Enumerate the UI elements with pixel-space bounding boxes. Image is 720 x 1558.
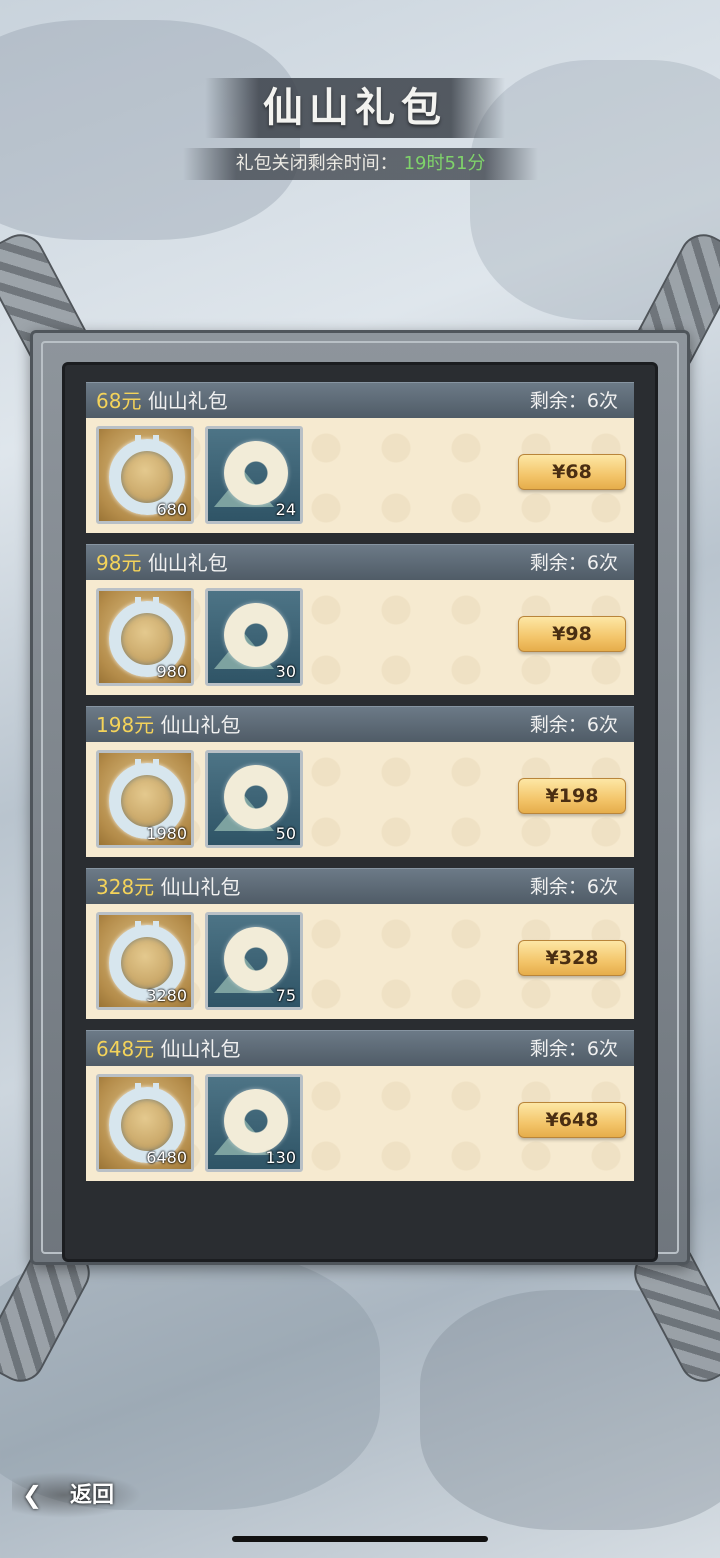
item-count: 130 xyxy=(265,1148,296,1167)
remaining-count: 剩余：6次 xyxy=(529,552,618,574)
jade-disc-icon xyxy=(224,927,288,991)
item-count: 680 xyxy=(156,500,187,519)
package-title: 648元 仙山礼包 xyxy=(96,1031,241,1067)
jade-disc-icon xyxy=(224,1089,288,1153)
item-count: 980 xyxy=(156,662,187,681)
package-body: 980 30 ¥98 xyxy=(86,580,634,695)
reward-item-disc[interactable]: 50 xyxy=(205,750,303,848)
package-price-label: 648元 xyxy=(96,1037,155,1061)
remaining-count: 剩余：6次 xyxy=(529,876,618,898)
jade-disc-icon xyxy=(224,441,288,505)
package-price-label: 98元 xyxy=(96,551,142,575)
package-body: 1980 50 ¥198 xyxy=(86,742,634,857)
buy-button[interactable]: ¥98 xyxy=(518,616,626,652)
item-count: 6480 xyxy=(146,1148,187,1167)
remaining-count: 剩余：6次 xyxy=(529,1038,618,1060)
countdown-row: 礼包关闭剩余时间： 19时51分 xyxy=(183,148,538,180)
item-count: 30 xyxy=(275,662,296,681)
reward-item-ring[interactable]: 1980 xyxy=(96,750,194,848)
remaining-count: 剩余：6次 xyxy=(529,390,618,412)
reward-item-disc[interactable]: 30 xyxy=(205,588,303,686)
item-count: 50 xyxy=(275,824,296,843)
countdown-timer: 19时51分 xyxy=(403,153,486,174)
package-body: 6480 130 ¥648 xyxy=(86,1066,634,1181)
item-count: 1980 xyxy=(146,824,187,843)
package-title: 328元 仙山礼包 xyxy=(96,869,241,905)
package-name: 仙山礼包 xyxy=(147,389,228,413)
package-name: 仙山礼包 xyxy=(147,551,228,575)
package-name: 仙山礼包 xyxy=(160,875,241,899)
package-card: 198元 仙山礼包 剩余：6次 1980 50 ¥198 xyxy=(86,706,634,857)
package-header: 648元 仙山礼包 剩余：6次 xyxy=(86,1030,634,1067)
package-header: 98元 仙山礼包 剩余：6次 xyxy=(86,544,634,581)
package-header: 328元 仙山礼包 剩余：6次 xyxy=(86,868,634,905)
package-name: 仙山礼包 xyxy=(160,713,241,737)
reward-item-disc[interactable]: 130 xyxy=(205,1074,303,1172)
package-card: 68元 仙山礼包 剩余：6次 680 24 ¥68 xyxy=(86,382,634,533)
remaining-count: 剩余：6次 xyxy=(529,714,618,736)
package-body: 680 24 ¥68 xyxy=(86,418,634,533)
buy-button[interactable]: ¥648 xyxy=(518,1102,626,1138)
item-count: 3280 xyxy=(146,986,187,1005)
package-card: 98元 仙山礼包 剩余：6次 980 30 ¥98 xyxy=(86,544,634,695)
buy-button[interactable]: ¥198 xyxy=(518,778,626,814)
reward-item-disc[interactable]: 24 xyxy=(205,426,303,524)
package-title: 68元 仙山礼包 xyxy=(96,383,228,419)
package-header: 198元 仙山礼包 剩余：6次 xyxy=(86,706,634,743)
package-header: 68元 仙山礼包 剩余：6次 xyxy=(86,382,634,419)
jade-disc-icon xyxy=(224,765,288,829)
package-price-label: 198元 xyxy=(96,713,155,737)
package-title: 198元 仙山礼包 xyxy=(96,707,241,743)
countdown-label: 礼包关闭剩余时间： xyxy=(235,153,398,174)
package-title: 98元 仙山礼包 xyxy=(96,545,228,581)
back-label: 返回 xyxy=(70,1482,115,1508)
home-indicator[interactable] xyxy=(232,1536,488,1542)
reward-item-ring[interactable]: 6480 xyxy=(96,1074,194,1172)
item-count: 75 xyxy=(275,986,296,1005)
package-name: 仙山礼包 xyxy=(160,1037,241,1061)
item-count: 24 xyxy=(275,500,296,519)
page-title: 仙山礼包 xyxy=(263,84,447,131)
package-body: 3280 75 ¥328 xyxy=(86,904,634,1019)
reward-item-disc[interactable]: 75 xyxy=(205,912,303,1010)
buy-button[interactable]: ¥328 xyxy=(518,940,626,976)
jade-disc-icon xyxy=(224,603,288,667)
back-arrow-icon: ❮ xyxy=(22,1481,43,1509)
reward-item-ring[interactable]: 3280 xyxy=(96,912,194,1010)
package-price-label: 68元 xyxy=(96,389,142,413)
back-button[interactable]: ❮ 返回 xyxy=(12,1472,142,1518)
package-card: 648元 仙山礼包 剩余：6次 6480 130 ¥648 xyxy=(86,1030,634,1181)
package-price-label: 328元 xyxy=(96,875,155,899)
package-card: 328元 仙山礼包 剩余：6次 3280 75 ¥328 xyxy=(86,868,634,1019)
buy-button[interactable]: ¥68 xyxy=(518,454,626,490)
reward-item-ring[interactable]: 980 xyxy=(96,588,194,686)
reward-item-ring[interactable]: 680 xyxy=(96,426,194,524)
